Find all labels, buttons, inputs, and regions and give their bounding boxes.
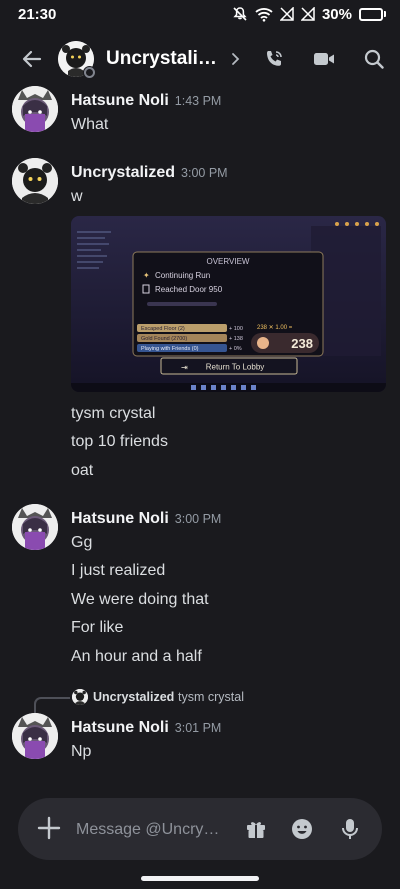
avatar-image (12, 86, 58, 132)
svg-text:✦: ✦ (143, 271, 150, 280)
video-camera-icon (314, 53, 334, 65)
game-screenshot: OVERVIEW ✦ Continuing Run Reached Door 9… (71, 216, 386, 392)
chevron-right-icon[interactable] (230, 52, 242, 66)
back-button[interactable] (18, 45, 46, 73)
stat-label-2: Gold Found (2700) (141, 336, 187, 342)
mute-icon (233, 7, 247, 21)
message-text: What (71, 116, 109, 133)
message-text: For like (71, 619, 124, 636)
arrow-left-icon (22, 50, 42, 68)
timestamp: 3:00 PM (174, 512, 222, 526)
message-text: We were doing that (71, 591, 209, 608)
reply-text: tysm crystal (178, 690, 244, 704)
chat-header: Uncrystalized (0, 34, 400, 84)
stat-value-3: + 0% (229, 346, 242, 352)
chat-title[interactable]: Uncrystalized (106, 48, 224, 70)
timestamp: 3:00 PM (181, 166, 228, 180)
search-button[interactable] (360, 45, 388, 73)
total-gold: 238 (291, 336, 313, 351)
author-name[interactable]: Uncrystalized 3:00 PM (71, 164, 228, 182)
overview-row-2: Reached Door 950 (155, 285, 223, 294)
reply-connector (34, 697, 70, 713)
header-avatar[interactable] (58, 41, 96, 79)
gift-icon[interactable] (245, 818, 267, 840)
header-actions (260, 45, 388, 73)
battery-percent: 30% (321, 5, 352, 23)
message-text: oat (71, 462, 94, 479)
timestamp: 1:43 PM (174, 94, 222, 108)
message-composer: Message @Uncrystalized (0, 784, 400, 889)
offline-status-icon (83, 66, 96, 79)
message-text: I just realized (71, 562, 166, 579)
avatar[interactable] (12, 158, 58, 204)
gesture-nav-bar[interactable] (141, 876, 259, 881)
message-text: Gg (71, 534, 93, 551)
message-text: w (71, 188, 83, 205)
avatar-image (12, 713, 58, 759)
svg-text:⇥: ⇥ (181, 363, 188, 372)
author-name[interactable]: Hatsune Noli 3:01 PM (71, 719, 221, 737)
message-list[interactable]: Hatsune Noli 1:43 PM What Uncrystalized 3:… (0, 84, 400, 784)
phone-call-icon (267, 51, 282, 66)
avatar-image (12, 504, 58, 550)
microphone-icon[interactable] (340, 818, 360, 840)
reply-author: Uncrystalized (93, 690, 175, 704)
timestamp: 3:01 PM (174, 721, 222, 735)
stat-value-2: + 138 (229, 336, 243, 342)
message-text: Np (71, 743, 92, 760)
message-text: An hour and a half (71, 648, 202, 665)
stat-label-3: Playing with Friends (0) (141, 346, 199, 352)
avatar[interactable] (12, 504, 58, 550)
status-time: 21:30 (18, 5, 57, 23)
author-name[interactable]: Hatsune Noli 1:43 PM (71, 92, 221, 110)
overview-title: OVERVIEW (207, 257, 250, 266)
stat-value-1: + 100 (229, 326, 243, 332)
message-placeholder[interactable]: Message @Uncrystalized (76, 821, 226, 839)
video-call-button[interactable] (310, 45, 338, 73)
multiplier: 238 ✕ 1.00 = (257, 325, 293, 331)
return-to-lobby: Return To Lobby (206, 363, 265, 372)
avatar[interactable] (12, 713, 58, 759)
status-icons: 30% (232, 6, 386, 23)
call-button[interactable] (260, 45, 288, 73)
avatar-image (12, 158, 58, 204)
image-attachment[interactable]: OVERVIEW ✦ Continuing Run Reached Door 9… (71, 216, 386, 392)
avatar-image (72, 689, 88, 705)
status-bar: 21:30 30% (0, 0, 400, 28)
message-text: top 10 friends (71, 433, 168, 450)
overview-row-1: Continuing Run (155, 271, 210, 280)
wifi-icon (255, 7, 273, 22)
battery-icon (359, 7, 386, 21)
signal-icon (300, 7, 315, 21)
message-text: tysm crystal (71, 405, 156, 422)
emoji-icon[interactable] (291, 818, 313, 840)
search-icon (364, 49, 384, 69)
reply-avatar (72, 689, 88, 705)
author-name[interactable]: Hatsune Noli 3:00 PM (71, 510, 221, 528)
stat-label-1: Escaped Floor (2) (141, 326, 185, 332)
reply-reference[interactable]: Uncrystalized tysm crystal (30, 688, 370, 713)
avatar[interactable] (12, 86, 58, 132)
signal-icon (279, 7, 294, 21)
plus-icon[interactable] (35, 814, 63, 842)
